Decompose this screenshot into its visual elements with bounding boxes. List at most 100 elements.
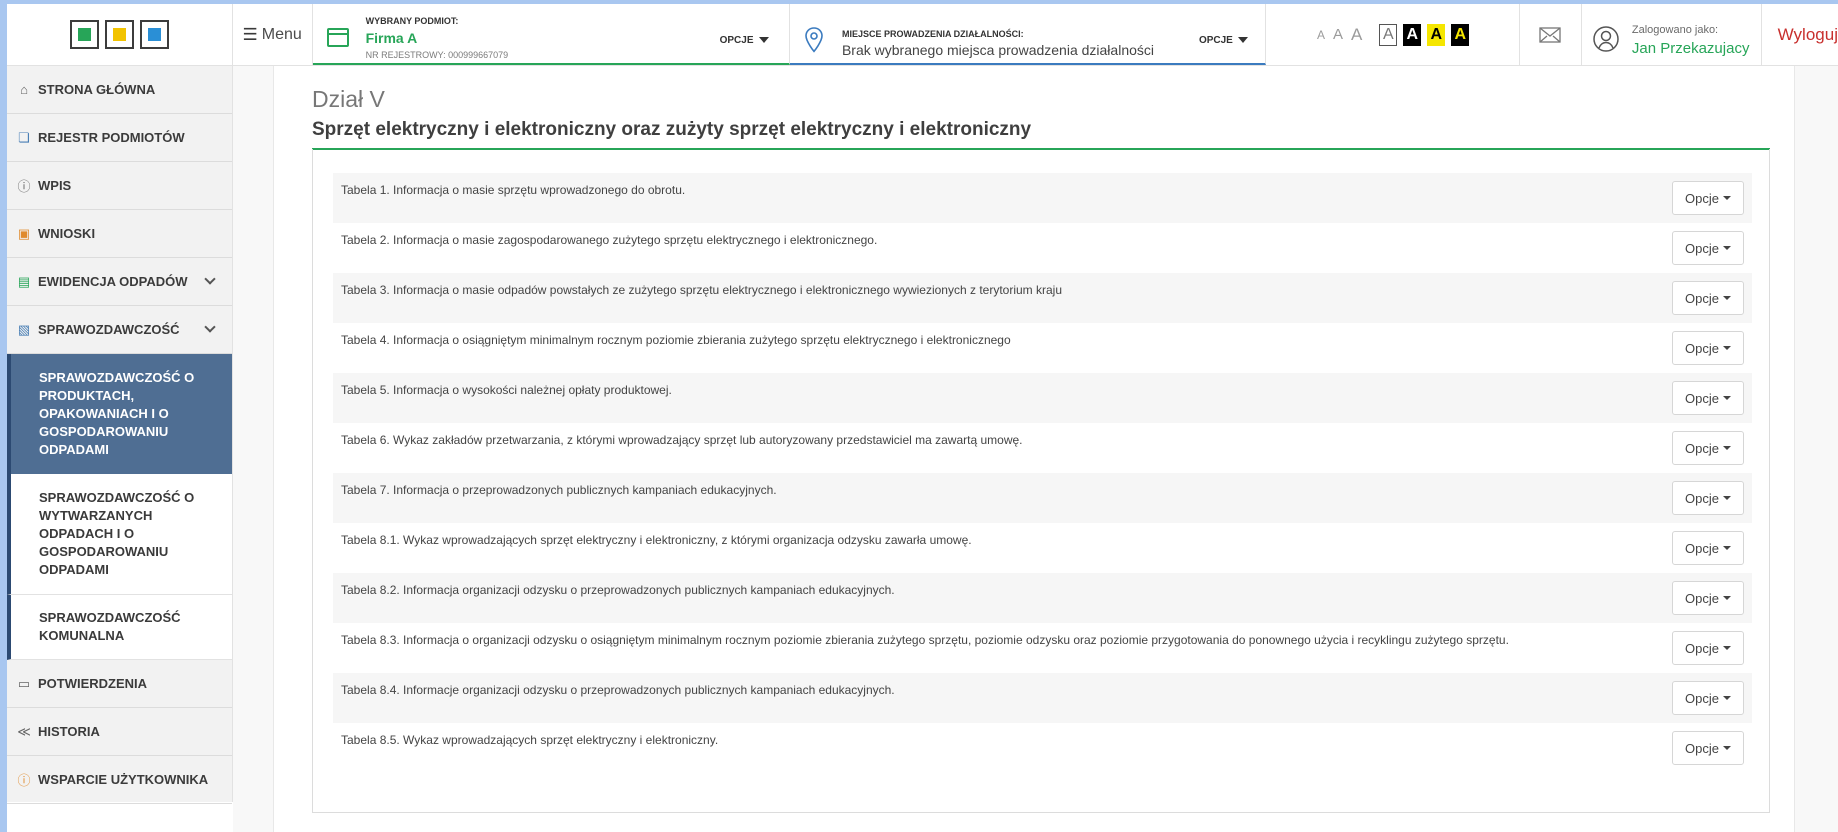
section-title: Sprzęt elektryczny i elektroniczny oraz … [312,119,1032,140]
options-label: Opcje [1685,440,1719,456]
options-button[interactable]: Opcje [1672,681,1744,715]
caret-down-icon [1722,646,1731,650]
location-heading: MIEJSCE PROWADZENIA DZIAŁALNOŚCI: [841,29,1024,39]
options-label: Opcje [1685,190,1719,206]
sidebar-item-label: POTWIERDZENIA [38,676,148,691]
logged-in-label: Zalogowano jako: [1631,24,1719,36]
font-size-medium[interactable]: A [1333,26,1343,43]
clipboard-icon: ▧ [17,321,31,337]
envelope-icon [1539,26,1562,43]
sidebar-item-entry[interactable]: ⓘ WPIS [7,162,232,210]
messages-button[interactable] [1520,4,1582,65]
sidebar-item-label: WNIOSKI [38,226,96,241]
options-button[interactable]: Opcje [1672,531,1744,565]
table-row: Tabela 4. Informacja o osiągniętym minim… [333,323,1752,373]
options-label: Opcje [1685,390,1719,406]
table-row: Tabela 7. Informacja o przeprowadzonych … [333,473,1752,523]
font-size-small[interactable]: A [1317,28,1325,42]
contrast-yellow-on-black[interactable]: A [1451,23,1470,46]
sidebar-item-label: WPIS [38,178,72,193]
sidebar-item-applications[interactable]: ▣ WNIOSKI [7,210,232,258]
options-button[interactable]: Opcje [1672,381,1744,415]
window-icon [326,28,349,47]
sidebar-item-reporting[interactable]: ▧ SPRAWOZDAWCZOŚĆ [7,306,232,354]
subject-registration-number: NR REJESTROWY: 000999667079 [365,50,509,60]
subject-options-label: OPCJE [719,35,754,46]
menu-button[interactable]: ☰ Menu [233,4,313,65]
font-size-large[interactable]: A [1351,25,1362,45]
map-pin-icon [805,27,823,53]
options-button[interactable]: Opcje [1672,231,1744,265]
sidebar-subitem-product-reporting[interactable]: SPRAWOZDAWCZOŚĆ O PRODUKTACH, OPAKOWANIA… [7,354,232,474]
sidebar-item-registry[interactable]: ❏ REJESTR PODMIOTÓW [7,114,232,162]
options-button[interactable]: Opcje [1672,731,1744,765]
options-button[interactable]: Opcje [1672,431,1744,465]
sidebar-item-waste-records[interactable]: ▤ EWIDENCJA ODPADÓW [7,258,232,306]
table-row: Tabela 8.4. Informacje organizacji odzys… [333,673,1752,723]
user-account[interactable]: Zalogowano jako: Jan Przekazujacy [1582,4,1762,65]
contrast-black-on-yellow[interactable]: A [1427,23,1446,46]
sidebar-item-label: WSPARCIE UŻYTKOWNIKA [38,772,209,787]
sidebar-item-label: SPRAWOZDAWCZOŚĆ [38,322,180,337]
main-content: Dział V Sprzęt elektryczny i elektronicz… [274,66,1794,832]
subject-options-dropdown[interactable]: OPCJE [720,35,769,46]
table-label: Tabela 5. Informacja o wysokości należne… [341,383,672,397]
sidebar-item-label: EWIDENCJA ODPADÓW [38,274,188,289]
table-row: Tabela 8.1. Wykaz wprowadzających sprzęt… [333,523,1752,573]
sidebar-item-confirmations[interactable]: ▭ POTWIERDZENIA [7,660,232,708]
table-label: Tabela 8.1. Wykaz wprowadzających sprzęt… [341,533,972,547]
rewind-icon: ≪ [17,723,31,739]
caret-down-icon [1722,546,1731,550]
tables-panel: Tabela 1. Informacja o masie sprzętu wpr… [312,149,1770,813]
table-label: Tabela 8.5. Wykaz wprowadzających sprzęt… [341,733,719,747]
options-button[interactable]: Opcje [1672,481,1744,515]
options-button[interactable]: Opcje [1672,331,1744,365]
selected-subject[interactable]: WYBRANY PODMIOT: Firma A NR REJESTROWY: … [312,4,790,65]
options-button[interactable]: Opcje [1672,631,1744,665]
sidebar-subitem-generated-waste-reporting[interactable]: SPRAWOZDAWCZOŚĆ O WYTWARZANYCH ODPADACH … [7,474,232,595]
subject-heading: WYBRANY PODMIOT: [365,16,459,26]
inbox-icon: ▣ [17,225,31,241]
options-label: Opcje [1685,240,1719,256]
options-button[interactable]: Opcje [1672,181,1744,215]
sidebar-item-home[interactable]: ⌂ STRONA GŁÓWNA [7,66,232,114]
hamburger-icon: ☰ [242,24,258,44]
table-row: Tabela 1. Informacja o masie sprzętu wpr… [333,173,1752,223]
accessibility-controls: A A A A A A A [1266,4,1520,65]
sidebar: ⌂ STRONA GŁÓWNA ❏ REJESTR PODMIOTÓW ⓘ WP… [7,66,233,804]
right-gutter [1794,66,1838,832]
contrast-white-on-black[interactable]: A [1403,23,1422,46]
table-label: Tabela 7. Informacja o przeprowadzonych … [341,483,777,497]
contrast-default[interactable]: A [1379,23,1398,46]
caret-down-icon [1722,496,1731,500]
options-button[interactable]: Opcje [1672,581,1744,615]
caret-down-icon [1722,396,1731,400]
options-label: Opcje [1685,690,1719,706]
options-button[interactable]: Opcje [1672,281,1744,315]
options-label: Opcje [1685,290,1719,306]
sidebar-subitem-municipal-reporting[interactable]: SPRAWOZDAWCZOŚĆ KOMUNALNA [7,595,232,660]
table-label: Tabela 8.4. Informacje organizacji odzys… [341,683,895,697]
location-options-dropdown[interactable]: OPCJE [1199,35,1248,46]
window-icon: ▭ [17,675,31,691]
logo-square-green [69,20,99,49]
records-icon: ▤ [17,273,31,289]
table-label: Tabela 8.2. Informacja organizacji odzys… [341,583,895,597]
caret-down-icon [1237,37,1248,44]
bdo-logo[interactable] [7,4,233,65]
table-label: Tabela 6. Wykaz zakładów przetwarzania, … [341,433,1023,447]
options-label: Opcje [1685,640,1719,656]
table-row: Tabela 8.3. Informacja o organizacji odz… [333,623,1752,673]
sidebar-item-support[interactable]: ⓘ WSPARCIE UŻYTKOWNIKA [7,756,232,804]
sidebar-item-history[interactable]: ≪ HISTORIA [7,708,232,756]
table-row: Tabela 5. Informacja o wysokości należne… [333,373,1752,423]
business-location[interactable]: MIEJSCE PROWADZENIA DZIAŁALNOŚCI: Brak w… [789,4,1267,65]
info-icon: ⓘ [17,179,31,194]
section-number: Dział V [312,86,385,112]
caret-down-icon [1722,446,1731,450]
options-label: Opcje [1685,740,1719,756]
caret-down-icon [758,37,769,44]
logout-link[interactable]: Wyloguj [1762,4,1838,65]
caret-down-icon [1722,746,1731,750]
help-icon: ⓘ [17,773,31,788]
